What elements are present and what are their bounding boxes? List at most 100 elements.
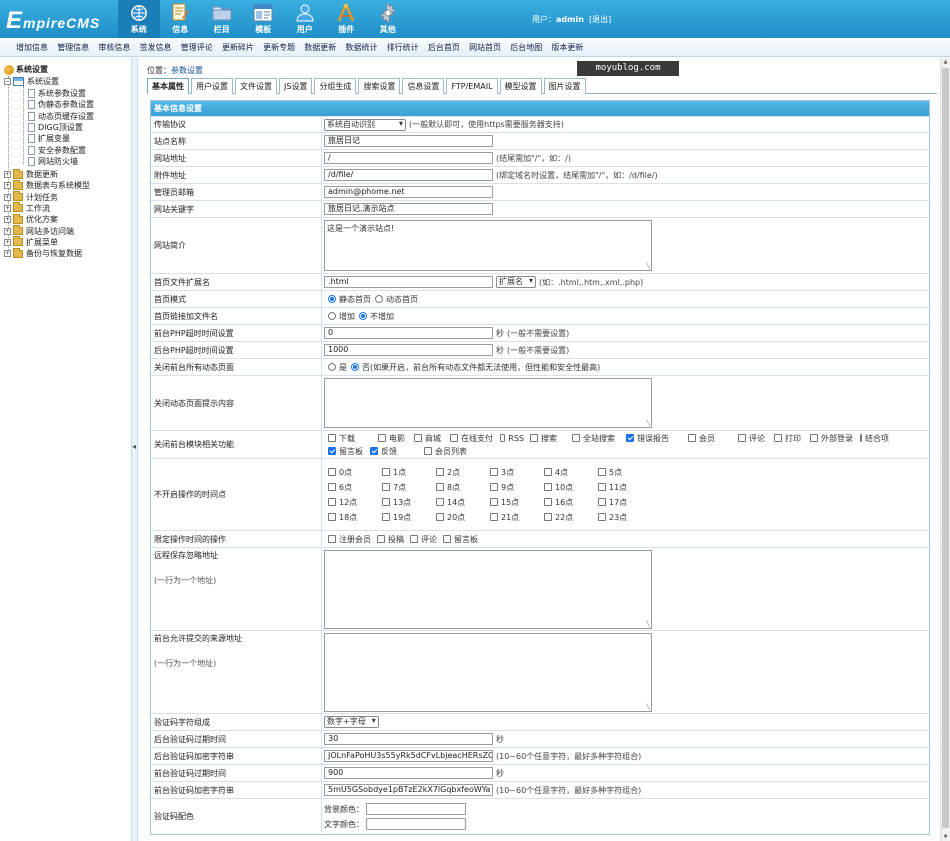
checkbox-icon[interactable] [414,434,422,442]
hour-option-5[interactable]: 5点 [594,467,646,478]
top-tab-6[interactable]: 其他 [367,0,409,38]
hour-option-20[interactable]: 20点 [432,512,484,523]
tree-root[interactable]: 系统设置 [4,64,48,75]
sidebar-item-6[interactable]: 网站防火墙 [28,156,78,167]
checkbox-icon[interactable] [490,498,498,506]
hour-option-7[interactable]: 7点 [378,482,430,493]
menu-item-3[interactable]: 签发信息 [140,42,172,53]
hour-option-23[interactable]: 23点 [594,512,646,523]
checkbox-icon[interactable] [598,483,606,491]
scroll-down-icon[interactable]: ▼ [942,834,949,840]
checkbox-icon[interactable] [544,498,552,506]
tab-0[interactable]: 基本属性 [147,78,189,94]
menu-item-6[interactable]: 更新专题 [263,42,295,53]
hour-option-8[interactable]: 8点 [432,482,484,493]
sidebar-group-6[interactable]: + 扩展菜单 [4,236,58,248]
sidebar-item-2[interactable]: 动态页缓存设置 [28,111,94,122]
back-captcha-key-input[interactable]: JOLnFaPoHU3s55yRk5dCFvLbjeacHERsZGC6 [324,750,493,762]
module-option-14[interactable]: 反馈 [366,446,418,457]
module-option-11[interactable]: 外部登录 [806,433,854,444]
sidebar-group-3[interactable]: + 工作流 [4,202,50,214]
tab-8[interactable]: 模型设置 [499,78,542,94]
menu-item-9[interactable]: 排行统计 [387,42,419,53]
hour-option-11[interactable]: 11点 [594,482,646,493]
tab-1[interactable]: 用户设置 [191,78,233,94]
hour-option-9[interactable]: 9点 [486,482,538,493]
checkbox-icon[interactable] [598,498,606,506]
top-tab-2[interactable]: 栏目 [201,0,243,38]
vertical-scrollbar[interactable]: ▲ ▼ [940,58,950,841]
sidebar-group-7[interactable]: + 备份与恢复数据 [4,247,82,259]
limit-op-3[interactable]: 留言板 [439,534,478,545]
tab-9[interactable]: 图片设置 [543,78,586,94]
front-captcha-key-input[interactable]: 5mU5GSobdye1pBTzE2kX7lGqbxfeoWYa [324,784,493,796]
hour-option-12[interactable]: 12点 [324,497,376,508]
hour-option-14[interactable]: 14点 [432,497,484,508]
keywords-input[interactable]: 旅居日记,演示站点 [324,203,493,215]
checkbox-icon[interactable] [774,434,782,442]
hour-option-10[interactable]: 10点 [540,482,592,493]
dynamic-index-radio[interactable] [375,295,383,303]
checkbox-icon[interactable] [443,535,451,543]
intro-textarea[interactable]: 这是一个演示站点! [324,220,652,271]
module-option-13[interactable]: 留言板 [324,446,364,457]
sidebar-splitter[interactable]: ◂ [132,58,138,841]
sidebar-item-3[interactable]: DIGG顶设置 [28,122,83,133]
menu-item-4[interactable]: 管理评论 [181,42,213,53]
checkbox-icon[interactable] [328,535,336,543]
checkbox-icon[interactable] [598,468,606,476]
checkbox-icon[interactable] [530,434,538,442]
tab-5[interactable]: 搜索设置 [358,78,401,94]
protocol-select[interactable]: 系统自动识别 [324,118,406,131]
hour-option-1[interactable]: 1点 [378,467,430,478]
checkbox-icon[interactable] [544,483,552,491]
expand-icon[interactable]: + [4,193,11,201]
top-tab-3[interactable]: 模板 [243,0,285,38]
checkbox-icon[interactable] [738,434,746,442]
checkbox-icon[interactable] [544,468,552,476]
sidebar-group-4[interactable]: + 优化方案 [4,213,58,225]
hour-option-17[interactable]: 17点 [594,497,646,508]
checkbox-icon[interactable] [450,434,458,442]
bg-color-input[interactable] [366,803,466,815]
sidebar-group-1[interactable]: + 数据表与系统模型 [4,179,90,191]
checkbox-icon[interactable] [377,535,385,543]
menu-item-2[interactable]: 审核信息 [98,42,130,53]
remote-ignore-textarea[interactable] [324,549,652,629]
checkbox-icon[interactable] [436,468,444,476]
front-captcha-expire-input[interactable]: 900 [324,767,493,779]
menu-item-12[interactable]: 后台地图 [510,42,542,53]
hour-option-4[interactable]: 4点 [540,467,592,478]
tab-3[interactable]: JS设置 [279,78,313,94]
checkbox-icon[interactable] [626,434,634,442]
index-ext-input[interactable]: .html [324,276,493,288]
checkbox-icon[interactable] [378,434,386,442]
expand-icon[interactable]: + [4,182,11,190]
module-option-12[interactable]: 结合项 [856,433,889,444]
breadcrumb-link[interactable]: 参数设置 [171,66,203,75]
module-option-3[interactable]: 在线支付 [446,433,494,444]
menu-item-13[interactable]: 版本更新 [551,42,583,53]
hour-option-19[interactable]: 19点 [378,512,430,523]
add-filename-radio[interactable] [328,312,336,320]
checkbox-icon[interactable] [572,434,580,442]
hour-option-13[interactable]: 13点 [378,497,430,508]
menu-item-0[interactable]: 增加信息 [16,42,48,53]
checkbox-icon[interactable] [860,434,862,442]
top-tab-0[interactable]: 系统 [118,0,160,38]
site-name-input[interactable]: 旅居日记 [324,135,493,147]
logout-link[interactable]: [退出] [589,15,611,24]
no-filename-radio[interactable] [359,312,367,320]
collapse-icon[interactable]: − [4,78,11,85]
fg-color-input[interactable] [366,818,466,830]
expand-icon[interactable]: + [4,238,11,246]
hour-option-22[interactable]: 22点 [540,512,592,523]
captcha-chars-select[interactable]: 数字+字母 [324,716,379,728]
limit-op-1[interactable]: 投稿 [373,534,404,545]
tab-6[interactable]: 信息设置 [402,78,445,94]
module-option-6[interactable]: 全站搜索 [568,433,620,444]
attach-url-input[interactable]: /d/file/ [324,169,493,181]
checkbox-icon[interactable] [328,513,336,521]
tree-group-system[interactable]: − 系统设置 [4,76,59,87]
top-tab-5[interactable]: 插件 [326,0,368,38]
